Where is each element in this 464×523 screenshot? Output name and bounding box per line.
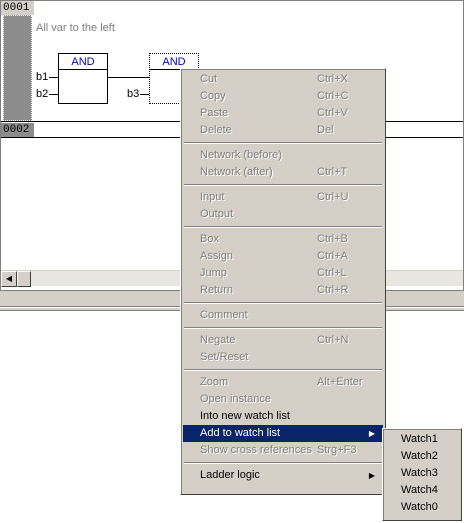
submenu-item-watch1[interactable]: Watch1 — [385, 431, 459, 448]
network-selection-bar[interactable] — [3, 15, 32, 121]
menu-separator — [183, 299, 383, 307]
menu-item-negate[interactable]: Negate Ctrl+N — [183, 332, 383, 349]
and-block-1-title: AND — [71, 56, 95, 68]
context-menu: Cut Ctrl+X Copy Ctrl+C Paste Ctrl+V Delete D… — [180, 68, 386, 495]
submenu-item-watch2[interactable]: Watch2 — [385, 448, 459, 465]
triangle-right-icon: ▶ — [368, 429, 375, 438]
menu-item-copy[interactable]: Copy Ctrl+C — [183, 88, 383, 105]
menu-item-show-cross-references[interactable]: Show cross references Strg+F3 — [183, 442, 383, 459]
menu-item-cut[interactable]: Cut Ctrl+X — [183, 71, 383, 88]
menu-separator — [183, 223, 383, 231]
scroll-left-button[interactable]: ◀ — [1, 271, 17, 287]
scroll-thumb[interactable] — [17, 271, 31, 287]
wire — [140, 94, 149, 95]
and-block-1[interactable]: AND — [58, 53, 108, 104]
input-var-b2[interactable]: b2 — [36, 88, 48, 100]
triangle-left-icon: ◀ — [5, 274, 13, 283]
menu-item-output[interactable]: Output — [183, 206, 383, 223]
menu-item-network-after[interactable]: Network (after) Ctrl+T — [183, 164, 383, 181]
connection-wire — [108, 77, 149, 78]
menu-item-paste[interactable]: Paste Ctrl+V — [183, 105, 383, 122]
menu-item-into-new-watch-list[interactable]: Into new watch list — [183, 408, 383, 425]
menu-item-zoom[interactable]: Zoom Alt+Enter — [183, 374, 383, 391]
menu-item-jump[interactable]: Jump Ctrl+L — [183, 265, 383, 282]
menu-item-comment[interactable]: Comment — [183, 307, 383, 324]
input-var-b3[interactable]: b3 — [127, 88, 139, 100]
menu-separator — [183, 139, 383, 147]
wire — [49, 94, 58, 95]
menu-item-assign[interactable]: Assign Ctrl+A — [183, 248, 383, 265]
wire — [49, 77, 58, 78]
menu-separator — [183, 366, 383, 374]
submenu-item-watch4[interactable]: Watch4 — [385, 482, 459, 499]
menu-item-input[interactable]: Input Ctrl+U — [183, 189, 383, 206]
and-block-2-title: AND — [162, 56, 186, 68]
menu-item-return[interactable]: Return Ctrl+R — [183, 282, 383, 299]
watch-list-submenu: Watch1 Watch2 Watch3 Watch4 Watch0 — [382, 428, 462, 521]
network-number-0002[interactable]: 0002 — [1, 123, 34, 137]
menu-item-box[interactable]: Box Ctrl+B — [183, 231, 383, 248]
menu-separator — [183, 459, 383, 467]
menu-item-open-instance[interactable]: Open instance — [183, 391, 383, 408]
block-divider — [59, 69, 107, 70]
menu-item-delete[interactable]: Delete Del — [183, 122, 383, 139]
menu-item-network-before[interactable]: Network (before) — [183, 147, 383, 164]
menu-item-set-reset[interactable]: Set/Reset — [183, 349, 383, 366]
triangle-right-icon: ▶ — [368, 471, 375, 480]
menu-item-ladder-logic[interactable]: Ladder logic ▶ — [183, 467, 383, 484]
menu-separator — [183, 181, 383, 189]
submenu-item-watch0[interactable]: Watch0 — [385, 499, 459, 516]
input-var-b1[interactable]: b1 — [36, 71, 48, 83]
menu-separator — [183, 324, 383, 332]
submenu-item-watch3[interactable]: Watch3 — [385, 465, 459, 482]
network-comment: All var to the left — [36, 22, 115, 34]
menu-item-add-to-watch-list[interactable]: Add to watch list ▶ — [183, 425, 383, 442]
network-number-0001[interactable]: 0001 — [1, 1, 34, 15]
